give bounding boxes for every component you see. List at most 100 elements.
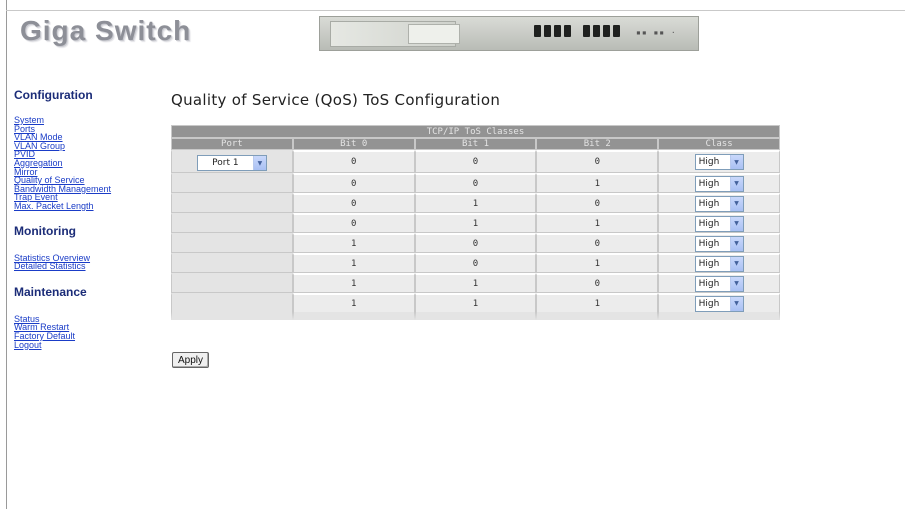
table-row: 1 0 0 High ▼ <box>171 233 780 253</box>
bit0-cell: 1 <box>292 253 415 273</box>
class-select[interactable]: High ▼ <box>694 215 744 232</box>
table-row: 0 0 1 High ▼ <box>171 173 780 193</box>
device-panel-label <box>408 24 460 44</box>
bit0-cell: 1 <box>292 293 415 320</box>
bit2-cell: 0 <box>536 273 659 293</box>
column-header-bit1: Bit 1 <box>414 138 537 150</box>
port-cell-empty <box>171 253 293 273</box>
table-caption: TCP/IP ToS Classes <box>171 125 780 138</box>
device-ports <box>534 25 620 37</box>
bit1-cell: 1 <box>414 273 537 293</box>
bit2-cell: 1 <box>536 173 659 193</box>
table-row: 0 1 0 High ▼ <box>171 193 780 213</box>
page-title: Quality of Service (QoS) ToS Configurati… <box>171 91 501 109</box>
class-select-value: High <box>698 258 720 269</box>
bit1-cell: 1 <box>414 213 537 233</box>
sidebar-link-system[interactable]: System <box>14 116 164 125</box>
chevron-down-icon[interactable]: ▼ <box>729 216 743 231</box>
logo: Giga Switch <box>20 15 192 46</box>
class-select[interactable]: High ▼ <box>694 154 744 170</box>
class-select[interactable]: High ▼ <box>694 175 744 192</box>
class-select-value: High <box>698 157 720 167</box>
bit0-cell: 0 <box>292 213 415 233</box>
table-row: 0 1 1 High ▼ <box>171 213 780 233</box>
sidebar-links-maintenance: Status Warm Restart Factory Default Logout <box>14 314 164 350</box>
bit0-cell: 0 <box>292 193 415 213</box>
sidebar-title-monitoring: Monitoring <box>14 223 76 238</box>
port-cell-empty <box>171 233 293 253</box>
table-row: 1 0 1 High ▼ <box>171 253 780 273</box>
bit1-cell: 0 <box>414 253 537 273</box>
bit1-cell: 1 <box>414 293 537 320</box>
bit0-cell: 1 <box>292 273 415 293</box>
bit2-cell: 0 <box>536 233 659 253</box>
column-header-class: Class <box>658 138 780 150</box>
sidebar-links-monitoring: Statistics Overview Detailed Statistics <box>14 253 164 271</box>
bit1-cell: 0 <box>414 173 537 193</box>
class-cell: High ▼ <box>658 173 780 193</box>
class-cell: High ▼ <box>658 150 780 173</box>
bit2-cell: 1 <box>536 213 659 233</box>
class-select-value: High <box>698 178 720 189</box>
class-cell: High ▼ <box>658 233 780 253</box>
frame-left-border <box>6 0 7 509</box>
table-row: 1 1 0 High ▼ <box>171 273 780 293</box>
bit0-cell: 1 <box>292 233 415 253</box>
sidebar-title-configuration: Configuration <box>14 88 93 102</box>
sidebar-link-detailed-statistics[interactable]: Detailed Statistics <box>14 262 164 271</box>
port-cell-empty <box>171 193 293 213</box>
sidebar: Configuration System Ports VLAN Mode VLAN G… <box>14 88 164 349</box>
class-select-value: High <box>698 298 720 309</box>
chevron-down-icon[interactable]: ▼ <box>729 196 743 211</box>
class-cell: High ▼ <box>658 253 780 273</box>
class-cell: High ▼ <box>658 193 780 213</box>
chevron-down-icon[interactable]: ▼ <box>729 155 743 169</box>
bit1-cell: 0 <box>414 150 537 173</box>
bit1-cell: 0 <box>414 233 537 253</box>
bit2-cell: 0 <box>536 150 659 173</box>
class-cell: High ▼ <box>658 293 780 320</box>
chevron-down-icon[interactable]: ▼ <box>729 176 743 191</box>
port-cell-empty <box>171 173 293 193</box>
column-header-port: Port <box>171 138 293 150</box>
port-cell-empty <box>171 213 293 233</box>
switch-device-image: ▪▪ ▪▪ · <box>319 16 699 51</box>
class-cell: High ▼ <box>658 213 780 233</box>
class-select-value: High <box>698 198 720 209</box>
sidebar-link-max-packet-length[interactable]: Max. Packet Length <box>14 202 164 211</box>
port-cell-empty <box>171 273 293 293</box>
sidebar-link-logout[interactable]: Logout <box>14 340 164 350</box>
class-select-value: High <box>698 218 720 229</box>
class-select-value: High <box>698 278 720 289</box>
bit2-cell: 1 <box>536 253 659 273</box>
column-header-bit0: Bit 0 <box>292 138 415 150</box>
class-select[interactable]: High ▼ <box>694 275 744 292</box>
table-row: 1 1 1 High ▼ <box>171 293 780 320</box>
bit1-cell: 1 <box>414 193 537 213</box>
tos-classes-table: TCP/IP ToS Classes Port Bit 0 Bit 1 Bit … <box>171 125 780 320</box>
port-select-value: Port 1 <box>212 158 239 168</box>
bit0-cell: 0 <box>292 173 415 193</box>
sidebar-links-configuration: System Ports VLAN Mode VLAN Group PVID Aggreg… <box>14 116 164 211</box>
class-select[interactable]: High ▼ <box>694 235 744 252</box>
port-select[interactable]: Port 1 ▼ <box>196 155 267 171</box>
chevron-down-icon[interactable]: ▼ <box>729 236 743 251</box>
chevron-down-icon[interactable]: ▼ <box>729 296 743 311</box>
port-cell: Port 1 ▼ <box>171 150 293 173</box>
class-select[interactable]: High ▼ <box>694 255 744 272</box>
class-select[interactable]: High ▼ <box>694 195 744 212</box>
class-select[interactable]: High ▼ <box>694 295 744 312</box>
bit2-cell: 1 <box>536 293 659 320</box>
chevron-down-icon[interactable]: ▼ <box>729 256 743 271</box>
header: Giga Switch ▪▪ ▪▪ · <box>7 11 905 55</box>
device-leds: ▪▪ ▪▪ · <box>636 28 677 37</box>
column-header-bit2: Bit 2 <box>536 138 659 150</box>
sidebar-link-vlan-group[interactable]: VLAN Group <box>14 141 164 151</box>
class-cell: High ▼ <box>658 273 780 293</box>
apply-button[interactable]: Apply <box>172 352 210 368</box>
chevron-down-icon[interactable]: ▼ <box>729 276 743 291</box>
bit0-cell: 0 <box>292 150 415 173</box>
chevron-down-icon[interactable]: ▼ <box>252 156 266 170</box>
class-select-value: High <box>698 238 720 249</box>
bit2-cell: 0 <box>536 193 659 213</box>
